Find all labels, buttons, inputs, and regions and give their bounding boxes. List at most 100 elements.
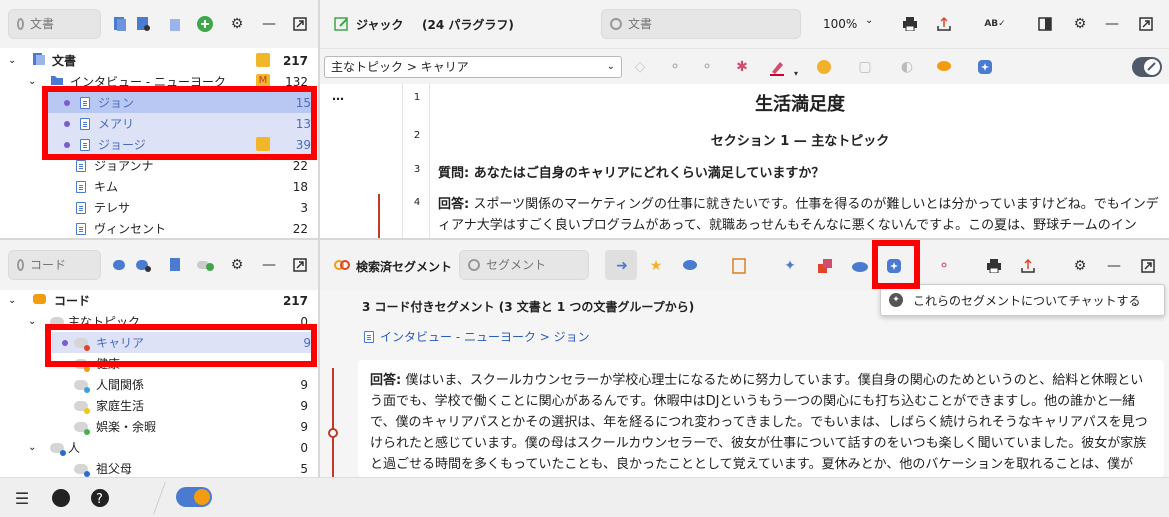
document-search-input[interactable]	[30, 17, 100, 31]
chevron-down-icon[interactable]: ⌄	[865, 15, 873, 26]
favorites-icon[interactable]: ★	[646, 256, 666, 276]
code-item[interactable]: 家庭生活 9	[0, 395, 308, 416]
edit-icon[interactable]	[334, 16, 350, 35]
export-icon[interactable]	[1018, 256, 1038, 276]
line-number: 2	[413, 130, 421, 141]
split-view-icon[interactable]	[1035, 14, 1055, 34]
documents-root-label: 文書	[52, 54, 77, 68]
highlighter-icon[interactable]	[767, 57, 787, 77]
gear-icon[interactable]: ⚙	[227, 255, 247, 275]
document-item-label: キム	[94, 180, 119, 194]
code-search[interactable]	[8, 250, 101, 280]
go-to-segment-icon[interactable]: ➜	[612, 256, 632, 276]
chevron-down-icon[interactable]: ⌄	[8, 295, 20, 306]
add-code-to-segments-icon[interactable]: ⚬	[934, 256, 954, 276]
code-add-icon[interactable]	[195, 255, 215, 275]
gear-icon[interactable]: ⚙	[1070, 14, 1090, 34]
code-sparkle-icon[interactable]: ✦	[780, 256, 800, 276]
export-icon[interactable]	[934, 14, 954, 34]
code-search-input[interactable]	[30, 258, 100, 272]
code-item[interactable]: 娯楽・余暇 9	[0, 416, 308, 437]
chevron-down-icon[interactable]: ▾	[786, 63, 806, 83]
document-item[interactable]: ヴィンセント 22	[0, 218, 308, 238]
chevron-down-icon[interactable]: ⌄	[28, 76, 40, 87]
ai-toggle-icon[interactable]	[176, 487, 212, 507]
code-marker-icon[interactable]: ◇	[630, 57, 650, 77]
segment-search[interactable]	[459, 250, 589, 280]
segment-source[interactable]: インタビュー - ニューヨーク > ジョン	[364, 328, 590, 345]
document-set-icon[interactable]	[133, 14, 153, 34]
help-icon[interactable]: ?	[90, 488, 110, 508]
code-colors-icon[interactable]	[815, 256, 835, 276]
segment-stripe[interactable]	[332, 368, 334, 477]
codes-root[interactable]: ⌄ コード 217	[0, 290, 308, 311]
new-document-icon[interactable]	[110, 14, 130, 34]
edit-mode-toggle-icon[interactable]	[1131, 56, 1163, 78]
document-item[interactable]: テレサ 3	[0, 197, 308, 218]
code-color-icon	[74, 463, 90, 477]
document-group-icon[interactable]	[165, 14, 185, 34]
document-icon	[364, 331, 374, 343]
minimize-icon[interactable]: —	[259, 14, 279, 34]
more-options-icon[interactable]: ⋯	[332, 92, 344, 106]
chevron-down-icon[interactable]: ⌄	[607, 57, 615, 77]
code-document-icon[interactable]	[165, 255, 185, 275]
new-code-icon[interactable]	[110, 255, 130, 275]
chat-bubble-icon[interactable]	[680, 256, 700, 276]
emoticode-icon[interactable]: ✱	[732, 57, 752, 77]
add-code-icon[interactable]: ⚬	[665, 57, 685, 77]
minimize-icon[interactable]: —	[259, 255, 279, 275]
cloud-icon[interactable]	[850, 256, 870, 276]
chevron-down-icon[interactable]: ⌄	[8, 55, 20, 66]
print-icon[interactable]	[900, 14, 920, 34]
add-icon[interactable]	[195, 14, 215, 34]
code-selector-value: 主なトピック > キャリア	[331, 60, 469, 74]
document-item-label: テレサ	[94, 201, 131, 215]
segment-card[interactable]: 回答: 僕はいま、スクールカウンセラーか学校心理士になるために努力しています。僕…	[358, 360, 1164, 477]
gear-icon[interactable]: ⚙	[1070, 256, 1090, 276]
code-item[interactable]: 祖父母 5	[0, 458, 308, 477]
maximize-icon[interactable]	[290, 255, 310, 275]
code-item[interactable]: 人間関係 9	[0, 374, 308, 395]
retrieved-segments-toolbar: 検索済セグメント ➜ ★ ✦ ⚬ ⚙ —	[320, 240, 1169, 290]
code-stripe[interactable]	[378, 194, 380, 238]
sliders-icon[interactable]: ☰	[12, 488, 32, 508]
chevron-down-icon[interactable]: ⌄	[28, 442, 40, 453]
segment-search-input[interactable]	[486, 258, 556, 272]
chat-icon[interactable]	[51, 488, 71, 508]
maximize-icon[interactable]	[290, 14, 310, 34]
maximize-icon[interactable]	[1136, 14, 1156, 34]
minimize-icon[interactable]: —	[1102, 14, 1122, 34]
code-selector[interactable]: 主なトピック > キャリア ⌄	[324, 56, 622, 78]
document-item[interactable]: キム 18	[0, 176, 308, 197]
chevron-down-icon[interactable]: ⌄	[28, 316, 40, 327]
line-number: 3	[413, 164, 421, 175]
code-group-people[interactable]: ⌄ 人 0	[0, 437, 308, 458]
minimize-icon[interactable]: —	[1104, 256, 1124, 276]
memo-add-icon[interactable]: ▢	[855, 57, 875, 77]
code-item-count: 9	[300, 419, 308, 434]
segment-source-path: インタビュー - ニューヨーク > ジョン	[380, 330, 590, 344]
document-browser-search-input[interactable]	[628, 17, 698, 31]
segment-stripe-node[interactable]	[328, 428, 338, 438]
gear-icon[interactable]: ⚙	[227, 14, 247, 34]
answer-text: スポーツ関係のマーケティングの仕事に就きたいです。仕事を得るのが難しいとは分かっ…	[438, 197, 1159, 233]
print-icon[interactable]	[984, 256, 1004, 276]
zoom-select[interactable]: 100%	[823, 17, 857, 31]
answer-paragraph: 回答: スポーツ関係のマーケティングの仕事に就きたいです。仕事を得るのが難しいと…	[438, 194, 1164, 236]
code-set-icon[interactable]	[133, 255, 153, 275]
comment-icon[interactable]	[934, 57, 954, 77]
maximize-icon[interactable]	[1138, 256, 1158, 276]
spellcheck-icon[interactable]: AB✓	[984, 14, 1005, 34]
documents-root[interactable]: ⌄ 文書 217	[0, 50, 308, 71]
ai-assist-icon[interactable]	[975, 57, 995, 77]
add-code-plus-icon[interactable]: ⚬	[697, 57, 717, 77]
search-icon	[17, 18, 24, 30]
text-format-icon[interactable]	[729, 256, 749, 276]
document-search[interactable]	[8, 9, 101, 39]
retrieved-segments-title: 検索済セグメント	[356, 260, 453, 274]
emoji-icon[interactable]	[814, 57, 834, 77]
weight-icon[interactable]: ◐	[897, 57, 917, 77]
document-browser-search[interactable]	[601, 9, 801, 39]
chat-tooltip[interactable]: ✦ これらのセグメントについてチャットする	[880, 284, 1165, 316]
